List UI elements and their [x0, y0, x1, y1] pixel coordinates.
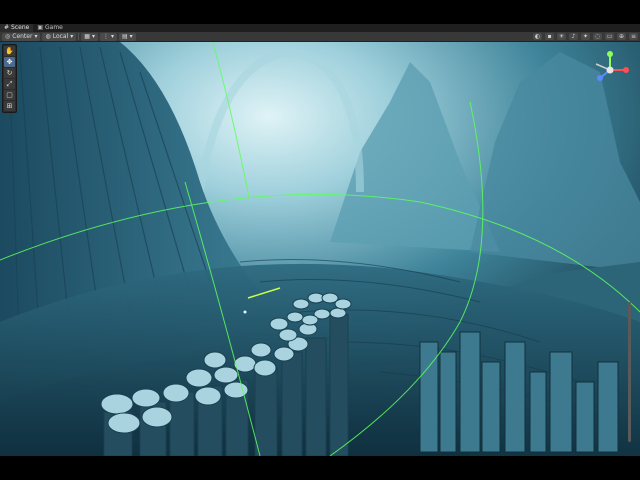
- x-axis-cone[interactable]: [623, 67, 629, 73]
- transform-tool[interactable]: ⊞: [4, 101, 15, 111]
- gamepad-icon: ▣: [37, 24, 43, 31]
- scene-toolbar: ◎ Center ▾ ◍ Local ▾ ▦ ▾ ⋮ ▾ ▤ ▾ ◐ ▪ ☀ ♪…: [0, 32, 640, 42]
- grid-button[interactable]: ▦ ▾: [81, 32, 98, 41]
- y-axis-cone[interactable]: [607, 51, 613, 57]
- grid-icon: ▦: [84, 32, 90, 40]
- chevron-down-icon: ▾: [91, 32, 95, 40]
- increment-button[interactable]: ▤ ▾: [119, 32, 136, 41]
- chevron-down-icon: ▾: [70, 32, 74, 40]
- scene-tools-overlay: ✋ ✥ ↻ ⤢ ▢ ⊞: [2, 44, 17, 113]
- layers-icon[interactable]: ≡: [629, 33, 638, 40]
- scale-icon: ⤢: [6, 80, 13, 88]
- hidden-objects-icon[interactable]: ◌: [593, 33, 602, 40]
- effects-icon[interactable]: ✦: [581, 33, 590, 40]
- editor-tab-bar: # Scene ▣ Game: [0, 24, 640, 32]
- audio-icon[interactable]: ♪: [569, 33, 578, 40]
- transform-icon: ⊞: [6, 102, 13, 110]
- toolbar-right-group: ◐ ▪ ☀ ♪ ✦ ◌ ▭ ⊕ ≡: [533, 33, 638, 40]
- z-axis-cone[interactable]: [597, 75, 603, 81]
- snap-icon: ⋮: [102, 32, 109, 40]
- lighting-icon[interactable]: ☀: [557, 33, 566, 40]
- gizmo-center[interactable]: [606, 66, 614, 74]
- rotate-icon: ↻: [6, 69, 13, 77]
- camera-icon[interactable]: ▭: [605, 33, 614, 40]
- view-tool[interactable]: ✋: [4, 46, 15, 56]
- viewport-scrollbar[interactable]: [628, 302, 631, 442]
- toolbar-divider: [78, 33, 80, 40]
- tab-scene[interactable]: # Scene: [0, 24, 34, 32]
- letterbox-bottom: [0, 456, 640, 480]
- hand-icon: ✋: [5, 47, 14, 55]
- move-tool[interactable]: ✥: [4, 57, 15, 67]
- scene-render: [0, 42, 640, 456]
- draw-mode-icon[interactable]: ◐: [533, 33, 542, 40]
- scale-tool[interactable]: ⤢: [4, 79, 15, 89]
- space-dropdown[interactable]: ◍ Local ▾: [42, 32, 77, 41]
- chevron-down-icon: ▾: [129, 32, 133, 40]
- hash-icon: #: [4, 24, 10, 31]
- rotate-tool[interactable]: ↻: [4, 68, 15, 78]
- space-label: Local: [52, 32, 69, 40]
- tab-scene-label: Scene: [11, 24, 30, 31]
- light-source-icon: [243, 310, 247, 314]
- pivot-dropdown[interactable]: ◎ Center ▾: [2, 32, 41, 41]
- gizmos-icon[interactable]: ⊕: [617, 33, 626, 40]
- chevron-down-icon: ▾: [110, 32, 114, 40]
- rect-tool[interactable]: ▢: [4, 90, 15, 100]
- rect-icon: ▢: [6, 91, 13, 99]
- move-icon: ✥: [6, 58, 13, 66]
- increment-icon: ▤: [122, 32, 128, 40]
- chevron-down-icon: ▾: [34, 32, 38, 40]
- pivot-label: Center: [12, 32, 33, 40]
- space-icon: ◍: [45, 32, 51, 40]
- orientation-gizmo[interactable]: [588, 48, 632, 92]
- pivot-icon: ◎: [5, 32, 11, 40]
- tab-game-label: Game: [45, 24, 63, 31]
- 2d-toggle-icon[interactable]: ▪: [545, 33, 554, 40]
- tab-game[interactable]: ▣ Game: [33, 24, 67, 32]
- scene-viewport[interactable]: [0, 42, 640, 456]
- snap-button[interactable]: ⋮ ▾: [99, 32, 117, 41]
